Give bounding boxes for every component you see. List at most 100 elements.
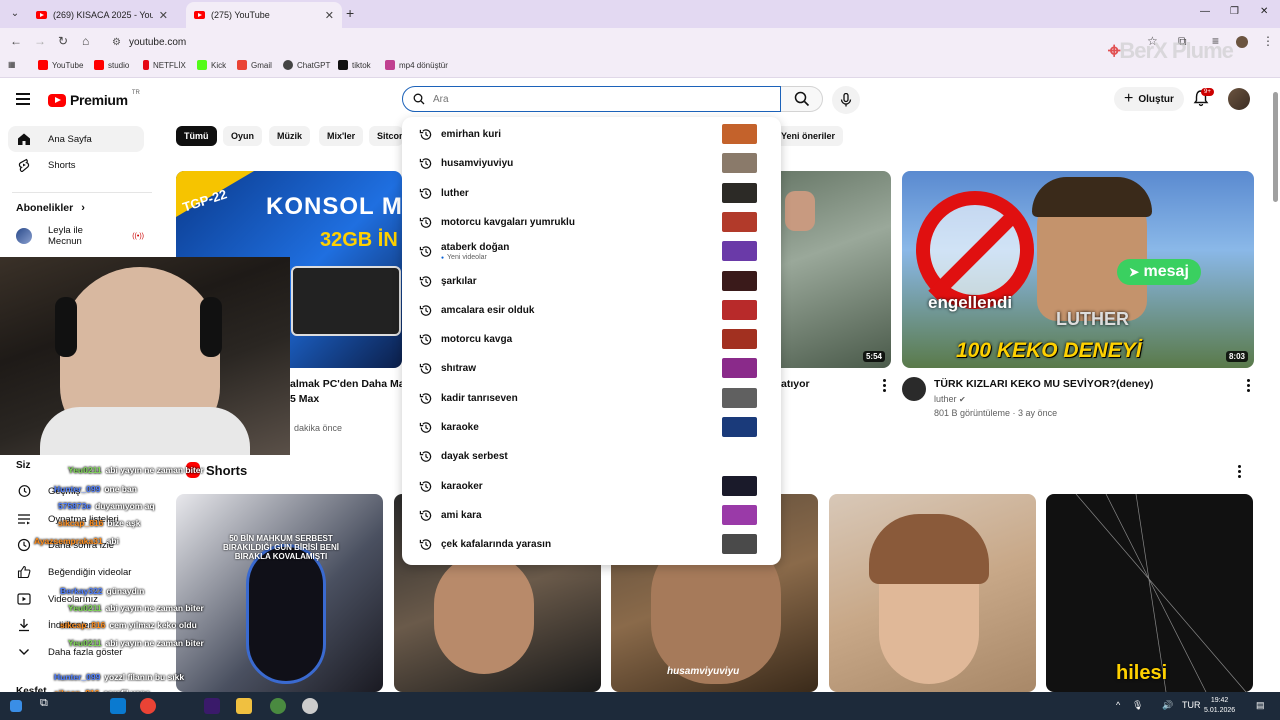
apps-grid-icon[interactable]: ▦ — [8, 60, 16, 69]
bookmark-netflix[interactable]: NETFLİX — [143, 60, 186, 70]
url-text: youtube.com — [128, 36, 187, 48]
video-title[interactable]: TÜRK KIZLARI KEKO MU SEVİYOR?(deney) — [934, 377, 1153, 392]
search-button[interactable] — [781, 86, 823, 112]
search-box[interactable] — [402, 86, 781, 112]
back-icon[interactable]: ← — [10, 34, 22, 48]
suggestion-item[interactable]: ataberk doğanYeni videolar — [402, 237, 781, 266]
bookmark-studio[interactable]: studio — [94, 60, 129, 70]
streamer-shirt — [40, 407, 250, 455]
short-thumbnail[interactable] — [829, 494, 1036, 692]
suggestion-item[interactable]: husamviyuviyu — [402, 149, 781, 178]
sidebar-item-shorts[interactable]: Shorts — [8, 152, 144, 178]
headphone-left — [55, 297, 77, 357]
subscription-item[interactable]: Leyla ile Mecnun ((•)) — [8, 223, 144, 249]
sidebar-item-liked[interactable]: Beğendiğin videolar — [8, 559, 144, 585]
site-info-icon[interactable]: ⚙ — [112, 37, 121, 48]
taskbar-clock[interactable]: 19:42 5.01.2026 — [1204, 696, 1235, 716]
chrome-active-icon[interactable] — [270, 698, 286, 714]
menu-dots-icon[interactable]: ⋮ — [1262, 34, 1274, 48]
suggestion-item[interactable]: şarkılar — [402, 267, 781, 296]
tray-chevron-icon[interactable]: ^ — [1116, 700, 1120, 710]
sidebar-item-home[interactable]: Ana Sayfa — [8, 126, 144, 152]
search-input[interactable] — [433, 93, 733, 105]
channel-name[interactable]: luther ✔ — [934, 394, 966, 404]
history-icon — [419, 275, 432, 287]
task-view-icon[interactable]: ⧉ — [40, 697, 56, 713]
premiere-icon[interactable] — [204, 698, 220, 714]
suggestion-text: karaoker — [441, 480, 483, 492]
speaker-icon[interactable]: 🔊 — [1162, 700, 1173, 711]
short-thumbnail[interactable]: 50 BİN MAHKUM SERBEST BIRAKILDIĞI GÜN Bİ… — [176, 494, 383, 692]
bookmark-chatgpt[interactable]: ChatGPT — [283, 60, 330, 70]
microphone-icon[interactable]: 🎙 — [1132, 700, 1143, 711]
history-icon — [419, 422, 432, 433]
browser-tab[interactable]: (269) KISACA 2025 - YouTube ✕ — [28, 2, 176, 28]
home-icon[interactable]: ⌂ — [82, 34, 89, 48]
hamburger-menu-icon[interactable] — [16, 93, 30, 105]
file-explorer-icon[interactable] — [236, 698, 252, 714]
chrome-icon[interactable] — [140, 698, 156, 714]
new-tab-icon[interactable]: + — [346, 5, 354, 21]
forward-icon[interactable]: → — [34, 34, 46, 48]
video-title-line[interactable]: 5 Max — [290, 392, 319, 407]
suggestion-item[interactable]: kadir tanrıseven — [402, 384, 781, 413]
suggestion-item[interactable]: motorcu kavga — [402, 325, 781, 354]
tab-search-icon[interactable]: ⌄ — [6, 5, 24, 23]
you-header[interactable]: Siz — [16, 460, 30, 471]
chip-all[interactable]: Tümü — [176, 126, 217, 146]
create-button[interactable]: + Oluştur — [1114, 87, 1184, 111]
more-options-icon[interactable] — [883, 379, 887, 394]
restore-icon[interactable]: ❐ — [1230, 6, 1239, 17]
youtube-premium-logo[interactable]: Premium TR — [48, 90, 140, 108]
bookmark-tiktok[interactable]: tiktok — [338, 60, 371, 70]
bookmark-kick[interactable]: Kick — [197, 60, 226, 70]
suggestion-item[interactable]: emirhan kuri — [402, 120, 781, 149]
suggestion-text: motorcu kavgaları yumruklu — [441, 216, 575, 228]
language-indicator[interactable]: TUR — [1182, 700, 1201, 710]
chip-mixes[interactable]: Mix'ler — [319, 126, 364, 146]
suggestion-item[interactable]: motorcu kavgaları yumruklu — [402, 208, 781, 237]
minimize-icon[interactable]: — — [1200, 6, 1210, 17]
suggestion-thumbnail — [722, 534, 757, 555]
close-window-icon[interactable]: ✕ — [1260, 6, 1268, 17]
more-options-icon[interactable] — [1247, 379, 1251, 394]
tab-close-icon[interactable]: ✕ — [159, 9, 168, 22]
suggestion-item[interactable]: luther — [402, 179, 781, 208]
chip-new-recommendations[interactable]: Yeni öneriler — [781, 126, 844, 146]
suggestion-item[interactable]: dayak serbest — [402, 442, 781, 471]
suggestion-item[interactable]: ami kara — [402, 501, 781, 530]
video-thumbnail[interactable]: 5:54 — [781, 171, 891, 368]
url-field[interactable]: ⚙ youtube.com — [104, 31, 1104, 53]
suggestion-item[interactable]: karaoke — [402, 413, 781, 442]
short-thumbnail[interactable]: hilesi — [1046, 494, 1253, 692]
edge-icon[interactable] — [110, 698, 126, 714]
bookmark-youtube[interactable]: YouTube — [38, 60, 83, 70]
video-title-line[interactable]: atıyor — [781, 377, 841, 392]
start-icon[interactable] — [10, 700, 22, 712]
browser-tab-active[interactable]: (275) YouTube ✕ — [186, 2, 342, 28]
bookmark-mp4[interactable]: mp4 dönüştür — [385, 60, 448, 70]
suggestion-item[interactable]: amcalara esir olduk — [402, 296, 781, 325]
chip-sitcom[interactable]: Sitcom — [369, 126, 403, 146]
tab-close-icon[interactable]: ✕ — [325, 9, 334, 22]
voice-search-button[interactable] — [832, 86, 860, 114]
page-scrollbar[interactable] — [1270, 82, 1280, 692]
more-options-icon[interactable] — [1238, 465, 1242, 480]
channel-avatar[interactable] — [902, 377, 926, 401]
chip-gaming[interactable]: Oyun — [223, 126, 263, 146]
avatar[interactable] — [1228, 88, 1250, 110]
bookmark-gmail[interactable]: Gmail — [237, 60, 272, 70]
video-title-line[interactable]: almak PC'den Daha Man — [290, 377, 402, 392]
video-thumbnail[interactable]: ➤ mesaj engellendi LUTHER 100 KEKO DENEY… — [902, 171, 1254, 368]
chat-text: abi — [106, 536, 119, 546]
scrollbar-thumb[interactable] — [1273, 92, 1278, 202]
app-icon[interactable] — [302, 698, 318, 714]
subscriptions-header[interactable]: Abonelikler › — [16, 202, 85, 214]
profile-icon[interactable] — [1236, 36, 1248, 48]
suggestion-item[interactable]: shıtraw — [402, 354, 781, 383]
suggestion-item[interactable]: karaoker — [402, 472, 781, 501]
reload-icon[interactable]: ↻ — [58, 34, 68, 48]
notification-center-icon[interactable]: ▤ — [1256, 700, 1265, 711]
chip-music[interactable]: Müzik — [269, 126, 311, 146]
suggestion-item[interactable]: çek kafalarında yarasın — [402, 530, 781, 559]
